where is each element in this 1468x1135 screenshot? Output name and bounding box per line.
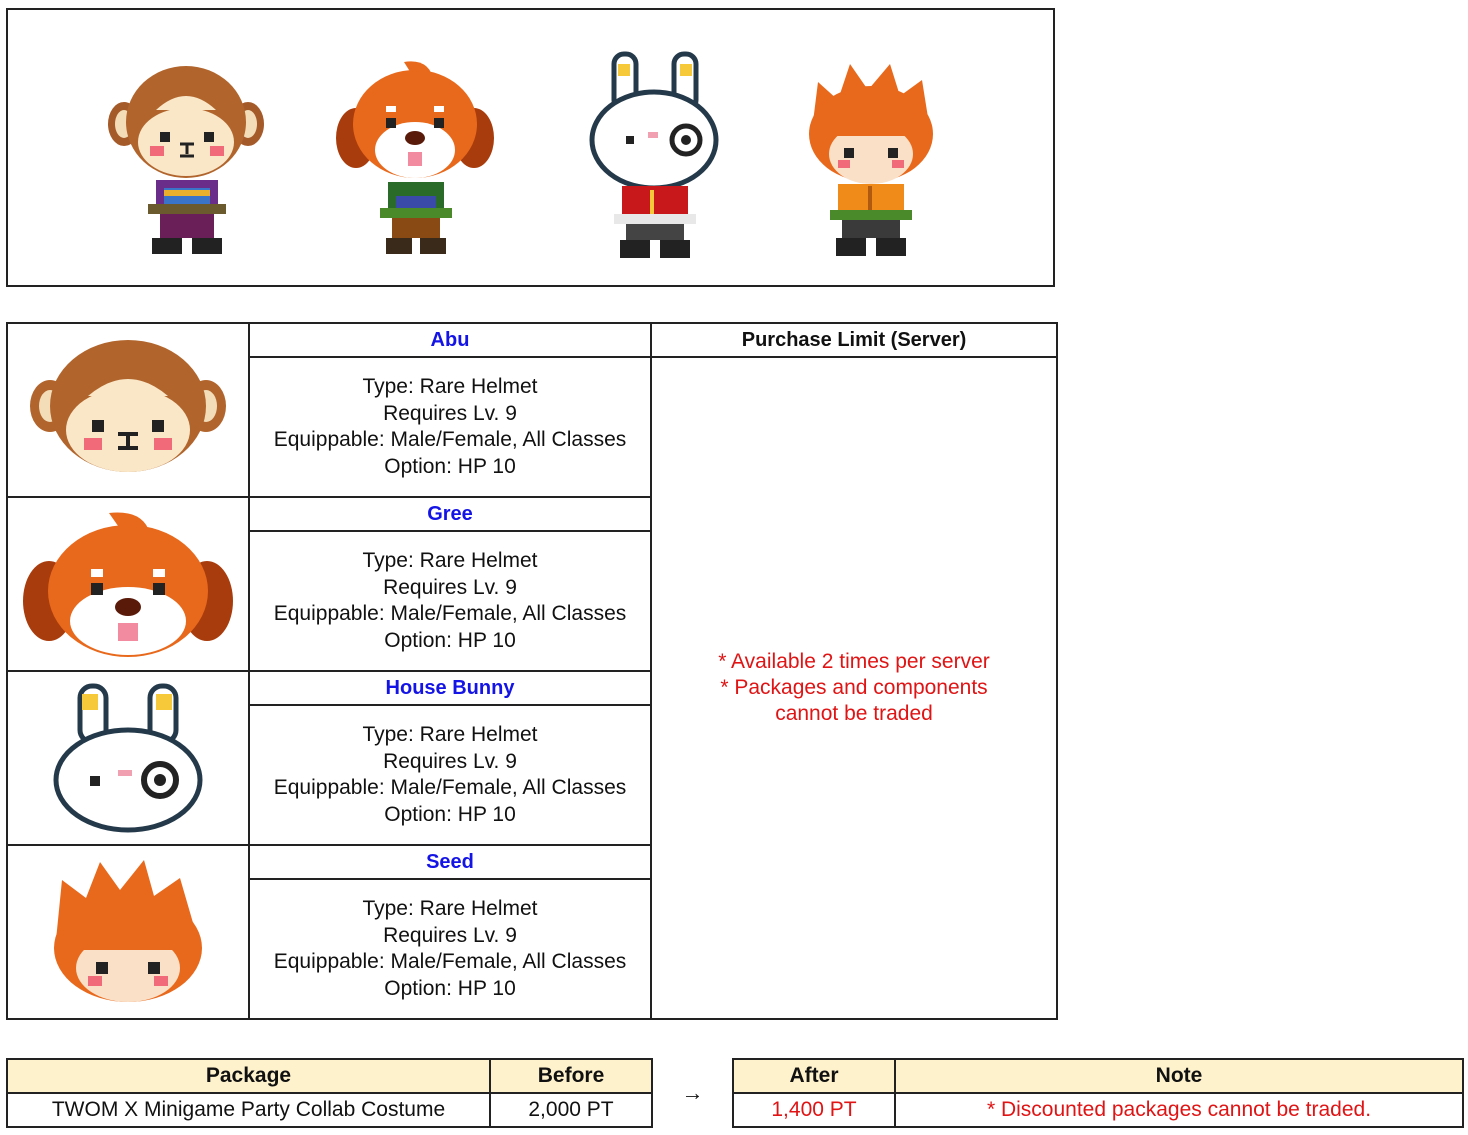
item-desc-gree: Type: Rare Helmet Requires Lv. 9 Equippa… [248,530,652,672]
purchase-limit-header: Purchase Limit (Server) [650,322,1058,358]
item-level: Requires Lv. 9 [383,575,517,599]
seed-helmet-image-cell [6,844,250,1020]
price-after: 1,400 PT [732,1092,896,1128]
arrow-icon: → [651,1059,734,1127]
package-price-table: Package Before → After Note TWOM X Minig… [6,1058,1464,1128]
item-level: Requires Lv. 9 [383,749,517,773]
limit-line: * Available 2 times per server [718,650,990,673]
item-equip: Equippable: Male/Female, All Classes [273,950,627,974]
house-bunny-helmet-image-cell [6,670,250,846]
item-option: Option: HP 10 [384,454,516,478]
abu-helmet-icon [30,340,226,472]
item-name-seed: Seed [248,843,652,881]
item-desc-seed: Type: Rare Helmet Requires Lv. 9 Equippa… [248,878,652,1020]
house-bunny-character-icon [588,50,720,267]
abu-monkey-character-icon [108,62,264,263]
item-type: Type: Rare Helmet [362,375,538,398]
note-header: Note [894,1058,1464,1094]
item-desc-abu: Type: Rare Helmet Requires Lv. 9 Equippa… [248,356,652,498]
item-type: Type: Rare Helmet [362,897,538,921]
character-banner [6,8,1055,287]
gree-dog-character-icon [334,58,496,263]
limit-line: cannot be traded [775,702,933,725]
package-name: TWOM X Minigame Party Collab Costume [6,1092,491,1128]
item-level: Requires Lv. 9 [383,401,517,425]
package-header: Package [6,1058,491,1094]
item-desc-house-bunny: Type: Rare Helmet Requires Lv. 9 Equippa… [248,704,652,846]
item-option: Option: HP 10 [384,628,516,652]
item-info-table: Abu Purchase Limit (Server) Type: Rare H… [6,322,1058,1020]
gree-helmet-icon [23,512,233,657]
item-equip: Equippable: Male/Female, All Classes [273,776,627,800]
purchase-limit-note: * Available 2 times per server * Package… [650,356,1058,1020]
price-before: 2,000 PT [489,1092,653,1128]
item-type: Type: Rare Helmet [362,549,538,573]
limit-line: * Packages and components [720,676,988,699]
item-option: Option: HP 10 [384,976,516,1000]
seed-flame-character-icon [804,60,938,265]
item-equip: Equippable: Male/Female, All Classes [273,602,627,626]
abu-helmet-image-cell [6,322,250,498]
item-name-abu: Abu [248,322,652,358]
package-note: * Discounted packages cannot be traded. [894,1092,1464,1128]
item-equip: Equippable: Male/Female, All Classes [273,428,627,451]
before-header: Before [489,1058,653,1094]
after-header: After [732,1058,896,1094]
gree-helmet-image-cell [6,496,250,672]
item-name-gree: Gree [248,495,652,533]
seed-helmet-icon [54,860,202,1002]
item-name-house-bunny: House Bunny [248,669,652,707]
item-type: Type: Rare Helmet [362,723,538,747]
item-level: Requires Lv. 9 [383,923,517,947]
house-bunny-helmet-icon [53,683,203,833]
item-option: Option: HP 10 [384,802,516,826]
